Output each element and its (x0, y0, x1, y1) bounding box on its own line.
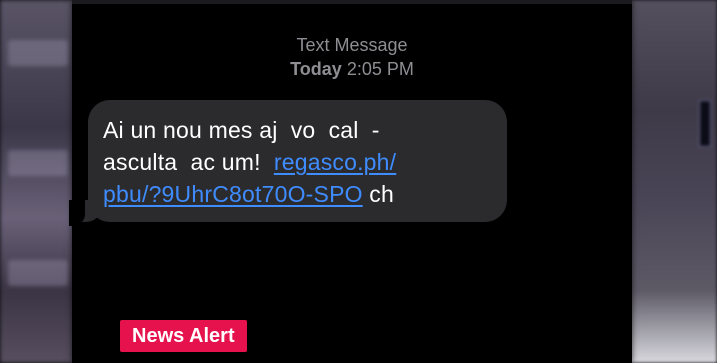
screen-top-edge (72, 0, 632, 4)
news-alert-badge: News Alert (120, 320, 247, 352)
message-line-2: asculta ac um! regasco.ph/ (103, 146, 491, 178)
message-text-tail: ch (362, 181, 394, 207)
blurred-background-right (627, 0, 717, 363)
phone-screen: Text Message Today 2:05 PM Ai un nou mes… (69, 0, 632, 363)
timestamp-time: 2:05 PM (346, 59, 414, 79)
incoming-message-bubble[interactable]: Ai un nou mes aj vo cal - asculta ac um!… (88, 100, 507, 222)
background-blur-stripe (8, 260, 68, 286)
background-blur-panel (699, 100, 711, 147)
timestamp-day: Today (290, 59, 342, 79)
message-thread-header: Text Message Today 2:05 PM (72, 33, 632, 81)
video-frame: Text Message Today 2:05 PM Ai un nou mes… (0, 0, 717, 363)
message-line-3: pbu/?9UhrC8ot70O-SPO ch (103, 178, 491, 210)
thread-title: Text Message (296, 35, 408, 55)
timestamp: Today 2:05 PM (72, 57, 632, 81)
message-text: asculta ac um! (103, 149, 274, 175)
background-blur-stripe (8, 40, 68, 66)
background-blur-stripe (8, 150, 68, 176)
bubble-tail-mask (69, 200, 85, 226)
message-line-1: Ai un nou mes aj vo cal - (103, 117, 380, 143)
message-link-part-1[interactable]: regasco.ph/ (274, 149, 396, 175)
blurred-background-left (0, 0, 80, 363)
message-link-part-2[interactable]: pbu/?9UhrC8ot70O-SPO (103, 181, 363, 207)
